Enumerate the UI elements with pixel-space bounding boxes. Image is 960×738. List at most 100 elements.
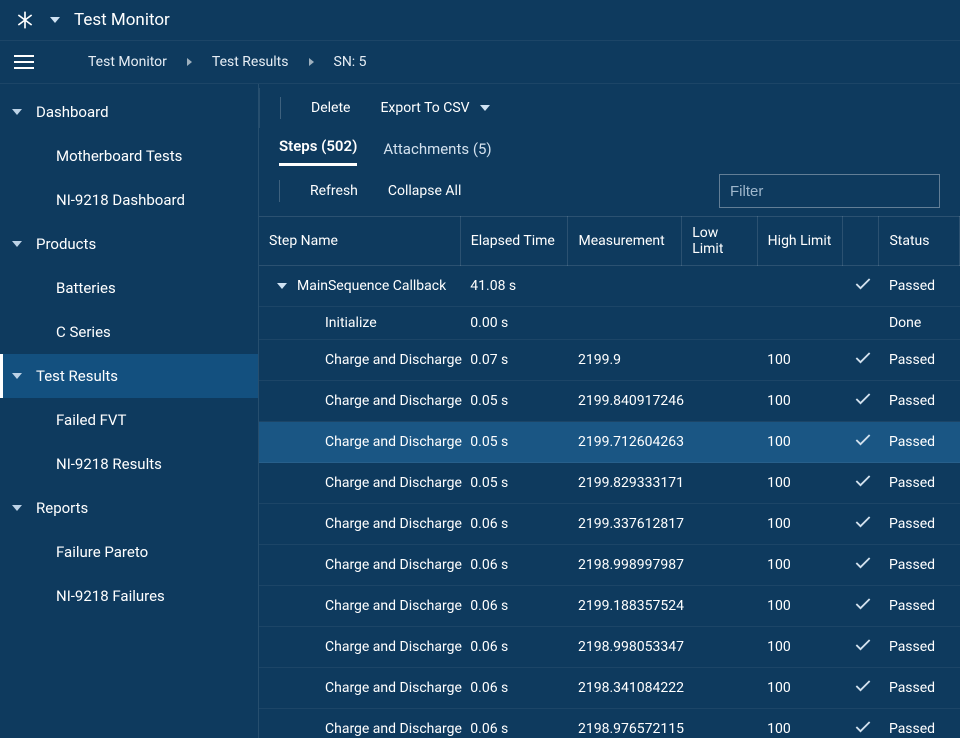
table-row[interactable]: MainSequence Callback41.08 sPassed: [259, 266, 960, 307]
table-row[interactable]: Charge and Discharge0.06 s2198.998997987…: [259, 545, 960, 586]
cell-high-limit: 100: [757, 504, 843, 545]
table-row[interactable]: Charge and Discharge0.07 s2199.9100Passe…: [259, 340, 960, 381]
filter-input[interactable]: [730, 183, 929, 200]
chevron-right-icon: [187, 58, 192, 66]
cell-low-limit: [682, 463, 757, 504]
cell-low-limit: [682, 381, 757, 422]
collapse-all-button[interactable]: Collapse All: [388, 183, 461, 199]
step-name: Initialize: [325, 315, 377, 331]
cell-high-limit: 100: [757, 381, 843, 422]
check-icon: [853, 512, 873, 536]
check-icon: [853, 594, 873, 618]
cell-high-limit: 100: [757, 545, 843, 586]
sidebar-group-dashboard[interactable]: Dashboard: [0, 90, 258, 134]
results-table-wrap[interactable]: Step Name Elapsed Time Measurement Low L…: [259, 216, 960, 738]
sidebar-group-reports[interactable]: Reports: [0, 486, 258, 530]
export-csv-label: Export To CSV: [380, 100, 469, 116]
sidebar-item-label: NI-9218 Failures: [56, 587, 165, 605]
app-title: Test Monitor: [74, 10, 170, 30]
cell-elapsed: 0.06 s: [460, 709, 568, 738]
cell-high-limit: 100: [757, 586, 843, 627]
refresh-button[interactable]: Refresh: [310, 183, 358, 199]
cell-elapsed: 0.06 s: [460, 627, 568, 668]
sidebar-item-ni-9218-failures[interactable]: NI-9218 Failures: [0, 574, 258, 618]
check-icon: [853, 348, 873, 372]
cell-elapsed: 0.07 s: [460, 340, 568, 381]
table-row[interactable]: Charge and Discharge0.06 s2198.341084222…: [259, 668, 960, 709]
sidebar-item-failure-pareto[interactable]: Failure Pareto: [0, 530, 258, 574]
chevron-down-icon[interactable]: [277, 283, 287, 289]
col-measurement[interactable]: Measurement: [568, 217, 682, 266]
export-csv-button[interactable]: Export To CSV: [380, 100, 489, 116]
sidebar-group-test-results[interactable]: Test Results: [0, 354, 258, 398]
table-row[interactable]: Charge and Discharge0.06 s2199.337612817…: [259, 504, 960, 545]
sidebar-item-ni-9218-dashboard[interactable]: NI-9218 Dashboard: [0, 178, 258, 222]
cell-elapsed: 0.05 s: [460, 463, 568, 504]
cell-low-limit: [682, 545, 757, 586]
cell-high-limit: [757, 266, 843, 307]
sidebar-group-label: Dashboard: [36, 103, 109, 121]
table-row[interactable]: Charge and Discharge0.06 s2198.976572115…: [259, 709, 960, 738]
tab-steps[interactable]: Steps (502): [279, 137, 357, 166]
app-logo-icon[interactable]: [14, 9, 36, 31]
chevron-right-icon: [309, 58, 314, 66]
col-step-name[interactable]: Step Name: [259, 217, 460, 266]
sidebar-item-batteries[interactable]: Batteries: [0, 266, 258, 310]
cell-low-limit: [682, 422, 757, 463]
cell-measurement: 2199.712604263: [568, 422, 682, 463]
cell-low-limit: [682, 627, 757, 668]
filter-input-wrap[interactable]: [719, 174, 940, 208]
tabs: Steps (502) Attachments (5): [259, 128, 960, 166]
delete-button[interactable]: Delete: [311, 100, 350, 116]
col-high-limit[interactable]: High Limit: [757, 217, 843, 266]
sidebar-item-label: Failure Pareto: [56, 543, 148, 561]
sidebar-item-motherboard-tests[interactable]: Motherboard Tests: [0, 134, 258, 178]
hamburger-icon[interactable]: [14, 55, 34, 69]
sidebar-item-failed-fvt[interactable]: Failed FVT: [0, 398, 258, 442]
breadcrumb-test-monitor[interactable]: Test Monitor: [88, 54, 167, 70]
chevron-down-icon: [12, 373, 22, 379]
check-icon: [853, 274, 873, 298]
sidebar-item-label: NI-9218 Dashboard: [56, 191, 185, 209]
cell-status: Passed: [879, 586, 960, 627]
step-name: Charge and Discharge: [325, 598, 462, 614]
col-elapsed-time[interactable]: Elapsed Time: [460, 217, 568, 266]
cell-status: Done: [879, 307, 960, 340]
cell-high-limit: 100: [757, 422, 843, 463]
sidebar-group-label: Reports: [36, 499, 88, 517]
cell-measurement: 2199.9: [568, 340, 682, 381]
step-name: Charge and Discharge: [325, 475, 462, 491]
col-check: [843, 217, 879, 266]
cell-elapsed: 0.06 s: [460, 586, 568, 627]
sidebar-item-label: NI-9218 Results: [56, 455, 162, 473]
table-row[interactable]: Charge and Discharge0.06 s2199.188357524…: [259, 586, 960, 627]
col-low-limit[interactable]: Low Limit: [682, 217, 757, 266]
cell-high-limit: [757, 307, 843, 340]
cell-status: Passed: [879, 668, 960, 709]
check-icon: [853, 389, 873, 413]
results-table: Step Name Elapsed Time Measurement Low L…: [259, 216, 960, 738]
table-row[interactable]: Charge and Discharge0.05 s2199.840917246…: [259, 381, 960, 422]
table-row[interactable]: Charge and Discharge0.06 s2198.998053347…: [259, 627, 960, 668]
cell-status: Passed: [879, 504, 960, 545]
cell-low-limit: [682, 340, 757, 381]
sidebar-item-ni-9218-results[interactable]: NI-9218 Results: [0, 442, 258, 486]
col-status[interactable]: Status: [879, 217, 960, 266]
cell-status: Passed: [879, 627, 960, 668]
table-row[interactable]: Initialize0.00 sDone: [259, 307, 960, 340]
step-name: Charge and Discharge: [325, 639, 462, 655]
cell-status: Passed: [879, 709, 960, 738]
sidebar-group-products[interactable]: Products: [0, 222, 258, 266]
check-icon: [853, 717, 873, 738]
app-menu-chevron-icon[interactable]: [50, 17, 60, 23]
step-name: MainSequence Callback: [297, 278, 446, 294]
tab-attachments[interactable]: Attachments (5): [383, 140, 491, 166]
chevron-down-icon: [12, 241, 22, 247]
cell-status: Passed: [879, 266, 960, 307]
sidebar-item-c-series[interactable]: C Series: [0, 310, 258, 354]
cell-elapsed: 0.06 s: [460, 668, 568, 709]
table-row[interactable]: Charge and Discharge0.05 s2199.829333171…: [259, 463, 960, 504]
cell-measurement: 2199.840917246: [568, 381, 682, 422]
table-row[interactable]: Charge and Discharge0.05 s2199.712604263…: [259, 422, 960, 463]
breadcrumb-test-results[interactable]: Test Results: [212, 54, 289, 70]
